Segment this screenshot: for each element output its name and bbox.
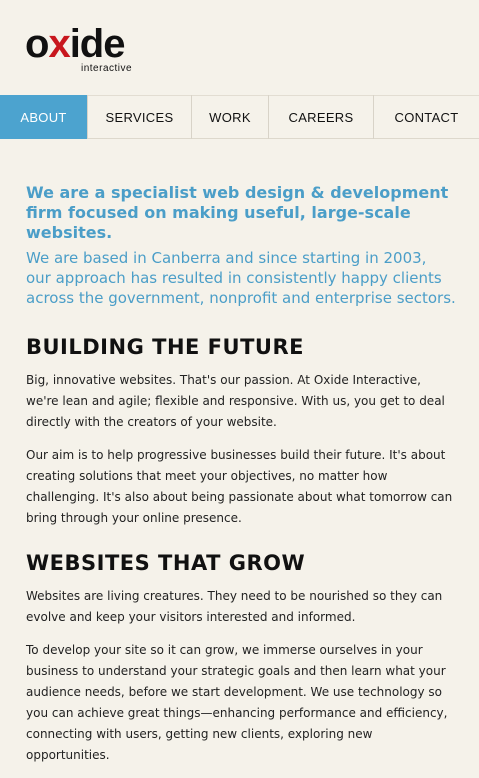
section-websites-that-grow: WEBSITES THAT GROW Websites are living c… [26, 551, 456, 766]
site-header: oxide interactive [0, 0, 479, 95]
section-heading: WEBSITES THAT GROW [26, 551, 306, 575]
section-paragraph: Websites are living creatures. They need… [26, 589, 443, 624]
intro-sublead: We are based in Canberra and since start… [26, 249, 456, 307]
nav-item-work[interactable]: WORK [192, 95, 269, 139]
nav-item-contact[interactable]: CONTACT [374, 95, 479, 139]
main-nav: ABOUT SERVICES WORK CAREERS CONTACT [0, 95, 479, 139]
section-paragraph: Our aim is to help progressive businesse… [26, 448, 453, 525]
logo-tagline: interactive [81, 63, 133, 74]
section-paragraph: Big, innovative websites. That's our pas… [26, 373, 445, 429]
main-content: We are a specialist web design & develop… [26, 183, 456, 778]
intro-lead: We are a specialist web design & develop… [26, 183, 449, 242]
section-paragraph: To develop your site so it can grow, we … [26, 643, 448, 762]
nav-item-careers[interactable]: CAREERS [269, 95, 374, 139]
logo-wordmark: oxide [25, 22, 125, 66]
oxide-logo[interactable]: oxide interactive [25, 24, 145, 76]
nav-item-services[interactable]: SERVICES [88, 95, 192, 139]
section-heading: BUILDING THE FUTURE [26, 335, 304, 359]
nav-item-about[interactable]: ABOUT [0, 95, 88, 139]
section-building-the-future: BUILDING THE FUTURE Big, innovative webs… [26, 335, 456, 529]
